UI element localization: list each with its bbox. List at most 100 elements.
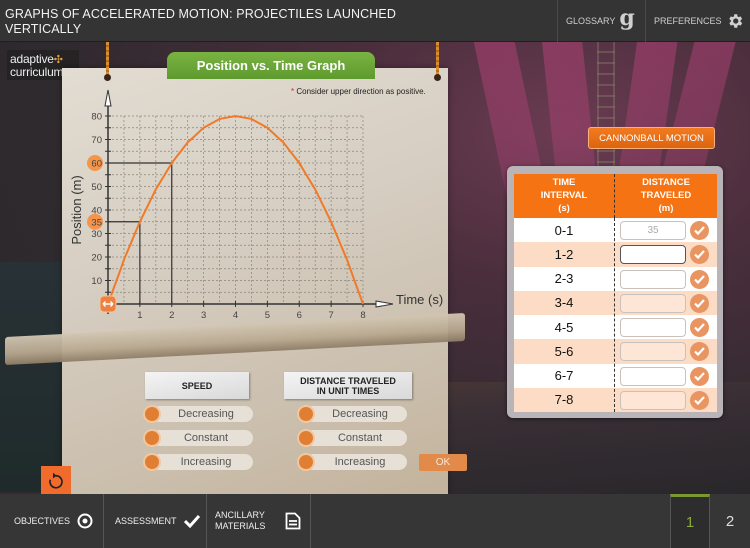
- option-label: Constant: [305, 430, 407, 446]
- checkmark-icon: [694, 274, 705, 284]
- option-label: Increasing: [305, 454, 407, 470]
- y-tick-label: 70: [91, 135, 102, 146]
- check-answer-button[interactable]: [690, 390, 709, 410]
- page-tab-2[interactable]: 2: [710, 494, 750, 548]
- target-icon: [77, 513, 93, 529]
- option-label: Decreasing: [151, 406, 253, 422]
- table-row: 0-1: [514, 218, 717, 243]
- radio-button[interactable]: [143, 429, 161, 447]
- reset-icon: [49, 472, 63, 489]
- distance-tag-line-2: IN UNIT TIMES: [316, 385, 380, 396]
- distance-table: TIME INTERVAL (s) DISTANCE TRAVELED (m) …: [507, 166, 723, 418]
- y-tick-label: 60: [91, 159, 102, 170]
- speed-option-constant[interactable]: Constant: [143, 429, 253, 447]
- x-tick-label: 3: [201, 310, 206, 321]
- col-time-interval-header: TIME INTERVAL (s): [540, 177, 588, 214]
- check-answer-button[interactable]: [690, 342, 709, 362]
- x-tick-label: 1: [137, 310, 142, 321]
- distance-option-decreasing[interactable]: Decreasing: [297, 405, 407, 423]
- radio-button[interactable]: [143, 405, 161, 423]
- x-tick-label: 6: [297, 310, 302, 321]
- check-answer-button[interactable]: [690, 221, 709, 240]
- document-icon: [285, 512, 301, 530]
- distance-input[interactable]: [620, 366, 686, 386]
- objectives-button[interactable]: OBJECTIVES: [0, 494, 104, 548]
- ok-button[interactable]: OK: [419, 454, 467, 471]
- option-label: Increasing: [151, 454, 253, 470]
- reset-button[interactable]: [41, 466, 71, 495]
- time-interval: 2-3: [554, 271, 574, 287]
- x-tick-label: 7: [328, 310, 333, 321]
- ancillary-materials-button[interactable]: ANCILLARY MATERIALS: [207, 494, 311, 548]
- time-interval: 1-2: [554, 246, 574, 262]
- check-answer-button[interactable]: [690, 293, 709, 313]
- x-axis-title: Time (s): [396, 292, 443, 307]
- radio-button[interactable]: [297, 453, 315, 471]
- option-label: Constant: [151, 430, 253, 446]
- speed-tag-label: SPEED: [181, 380, 213, 391]
- distance-option-increasing[interactable]: Increasing: [297, 453, 407, 471]
- option-label: Decreasing: [305, 406, 407, 422]
- distance-input[interactable]: [620, 342, 686, 362]
- table-body: 0-1 1-2 2-3 3-4 4-5 5-6 6-7 7-8: [514, 218, 717, 412]
- col-distance-header: DISTANCE TRAVELED (m): [640, 177, 692, 214]
- table-header: TIME INTERVAL (s) DISTANCE TRAVELED (m): [514, 174, 717, 218]
- distance-input[interactable]: [620, 221, 686, 240]
- speed-option-increasing[interactable]: Increasing: [143, 453, 253, 471]
- distance-input[interactable]: [620, 293, 686, 313]
- x-tick-label: 8: [360, 310, 365, 321]
- y-tick-label: 20: [91, 253, 102, 264]
- checkmark-icon: [694, 299, 705, 308]
- check-answer-button[interactable]: [690, 245, 709, 265]
- distance-input[interactable]: [620, 318, 686, 337]
- x-tick-label: 5: [265, 310, 270, 321]
- check-answer-button[interactable]: [690, 318, 709, 337]
- time-interval: 5-6: [554, 343, 574, 359]
- x-tick-label: 2: [169, 310, 174, 321]
- assessment-button[interactable]: ASSESSMENT: [104, 494, 207, 548]
- checkmark-icon: [183, 514, 200, 528]
- ancillary-label: ANCILLARY MATERIALS: [215, 510, 266, 531]
- time-interval: 7-8: [554, 392, 574, 408]
- checkmark-icon: [694, 250, 705, 260]
- table-row: 6-7: [514, 363, 717, 388]
- y-tick-label: 30: [91, 229, 102, 240]
- cannonball-motion-button[interactable]: CANNONBALL MOTION: [588, 127, 715, 149]
- x-tick-label: 4: [233, 310, 238, 321]
- table-row: 3-4: [514, 290, 717, 315]
- column-divider: [614, 218, 615, 412]
- radio-button[interactable]: [143, 453, 161, 471]
- checkmark-icon: [694, 347, 705, 357]
- distance-input[interactable]: [620, 245, 686, 265]
- checkmark-icon: [694, 226, 705, 235]
- check-answer-button[interactable]: [690, 366, 709, 386]
- check-answer-button[interactable]: [690, 269, 709, 289]
- distance-tag-line-1: DISTANCE TRAVELED: [300, 375, 396, 386]
- distance-option-constant[interactable]: Constant: [297, 429, 407, 447]
- objectives-label: OBJECTIVES: [14, 516, 71, 526]
- table-row: 5-6: [514, 339, 717, 364]
- assessment-label: ASSESSMENT: [115, 516, 177, 526]
- checkmark-icon: [694, 396, 705, 405]
- page-tab-1[interactable]: 1: [670, 494, 710, 548]
- y-axis-arrow: [104, 89, 112, 107]
- drag-handle[interactable]: [99, 295, 117, 313]
- x-axis-arrow: [375, 300, 394, 308]
- distance-input[interactable]: [620, 269, 686, 289]
- speed-tag: SPEED: [145, 372, 249, 399]
- highlight-label: 35: [91, 217, 102, 228]
- footer-bar: OBJECTIVES ASSESSMENT ANCILLARY MATERIAL…: [0, 494, 750, 548]
- radio-button[interactable]: [297, 405, 315, 423]
- header-divider: [614, 174, 615, 218]
- time-interval: 6-7: [554, 368, 574, 384]
- y-tick-label: 50: [91, 182, 102, 193]
- time-interval: 0-1: [554, 222, 574, 238]
- speed-option-decreasing[interactable]: Decreasing: [143, 405, 253, 423]
- checkmark-icon: [694, 371, 705, 381]
- table-row: 2-3: [514, 266, 717, 291]
- table-row: 1-2: [514, 242, 717, 267]
- table-row: 4-5: [514, 315, 717, 340]
- radio-button[interactable]: [297, 429, 315, 447]
- distance-input[interactable]: [620, 390, 686, 410]
- y-tick-label: 10: [91, 276, 102, 287]
